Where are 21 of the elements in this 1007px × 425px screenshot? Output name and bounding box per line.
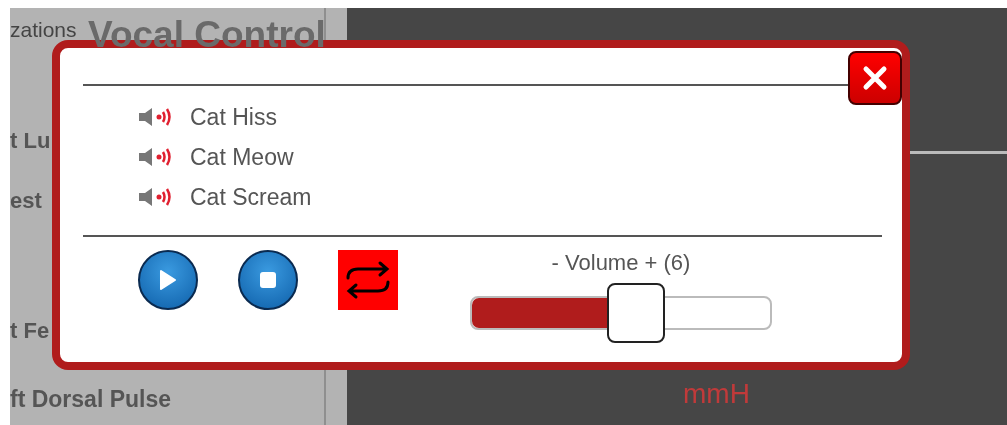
close-button[interactable] [848,51,902,105]
volume-label: - Volume + (6) [551,250,691,276]
speaker-icon [138,187,174,207]
stop-button[interactable] [238,250,298,310]
sound-item[interactable]: Cat Scream [190,183,312,211]
panel-heading: zations [10,18,77,42]
stop-icon [259,271,277,289]
slider-thumb[interactable] [607,283,666,343]
play-button[interactable] [138,250,198,310]
panel-label: t Lu [10,128,51,154]
sound-item[interactable]: Cat Hiss [190,103,277,131]
panel-label: t Fe [10,318,50,344]
play-icon [159,269,177,291]
panel-label: ft Dorsal Pulse [10,386,172,413]
sound-item[interactable]: Cat Meow [190,143,294,171]
pressure-unit: mmH [683,378,750,410]
panel-label: est [10,188,42,214]
repeat-button[interactable] [338,250,398,310]
close-icon [861,64,889,92]
speaker-icon [138,147,174,167]
speaker-icon [138,107,174,127]
